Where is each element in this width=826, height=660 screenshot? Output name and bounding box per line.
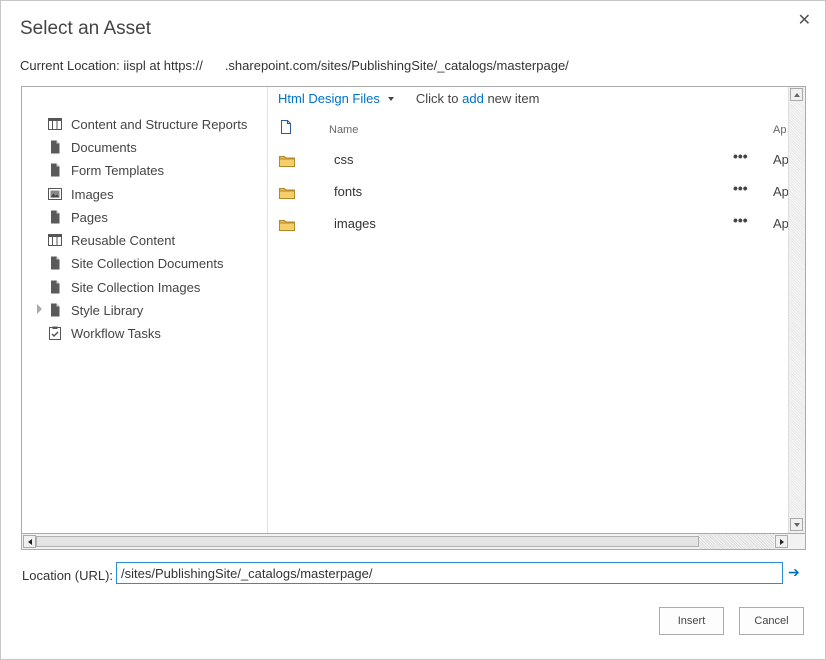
tree-item-form-templates[interactable]: Form Templates [48, 160, 164, 180]
tree-item-label: Content and Structure Reports [71, 116, 248, 132]
insert-button[interactable]: Insert [659, 607, 724, 635]
tree-item-label: Pages [71, 209, 108, 225]
tree-item-label: Site Collection Images [71, 279, 201, 295]
tree-item-label: Workflow Tasks [71, 325, 161, 341]
document-icon [48, 163, 62, 177]
document-icon [48, 303, 62, 317]
expand-arrow-icon[interactable] [37, 304, 42, 314]
scroll-right-button[interactable] [775, 535, 788, 548]
scroll-right-icon [780, 539, 784, 545]
add-link[interactable]: add [462, 91, 484, 106]
tree-item-site-collection-images[interactable]: Site Collection Images [48, 277, 200, 297]
document-icon [48, 140, 62, 154]
image-library-icon [48, 187, 62, 201]
document-icon [48, 256, 62, 270]
file-name[interactable]: css [334, 152, 354, 167]
tree-item-content-structure-reports[interactable]: Content and Structure Reports [48, 114, 247, 134]
document-icon [48, 280, 62, 294]
dialog-title: Select an Asset [20, 18, 151, 39]
app-cell: Ap [773, 184, 789, 199]
cta-prefix: Click to [415, 91, 459, 106]
more-options-icon[interactable]: ••• [733, 148, 748, 164]
folder-icon [279, 218, 295, 236]
tree-item-reusable-content[interactable]: Reusable Content [48, 230, 175, 250]
tree-item-pages[interactable]: Pages [48, 207, 108, 227]
horizontal-scroll-thumb[interactable] [36, 536, 699, 547]
tree-item-workflow-tasks[interactable]: Workflow Tasks [48, 323, 161, 343]
more-options-icon[interactable]: ••• [733, 180, 748, 196]
current-location-path: .sharepoint.com/sites/PublishingSite/_ca… [224, 58, 569, 73]
close-icon[interactable]: ✕ [798, 13, 811, 29]
scroll-left-button[interactable] [23, 535, 36, 548]
go-arrow-icon[interactable]: ➔ [788, 564, 800, 581]
tree-item-documents[interactable]: Documents [48, 137, 137, 157]
scroll-down-icon [794, 523, 800, 527]
location-url-label: Location (URL): [22, 568, 114, 583]
file-name[interactable]: images [334, 216, 376, 231]
horizontal-scroll-track[interactable] [699, 534, 774, 549]
asset-browser-frame: Content and Structure Reports Documents … [21, 86, 806, 550]
task-icon [48, 326, 62, 340]
scroll-up-button[interactable] [790, 88, 803, 101]
scroll-up-icon [794, 93, 800, 97]
column-header-name[interactable]: Name [329, 124, 358, 136]
column-header-app[interactable]: Ap [773, 124, 786, 136]
list-row-css[interactable]: css ••• Ap [268, 144, 789, 176]
tree-item-label: Documents [71, 139, 137, 155]
horizontal-scrollbar[interactable] [22, 533, 805, 549]
more-options-icon[interactable]: ••• [733, 212, 748, 228]
file-list: Html Design Files Click to add new item N… [268, 87, 789, 533]
scroll-left-icon [28, 539, 32, 545]
app-cell: Ap [773, 216, 789, 231]
tree-item-label: Site Collection Documents [71, 255, 224, 271]
tree-item-label: Reusable Content [71, 232, 176, 248]
view-selector[interactable]: Html Design Files [278, 91, 380, 106]
folder-icon [279, 154, 295, 172]
folder-icon [279, 186, 295, 204]
list-icon [48, 117, 62, 131]
document-icon [48, 210, 62, 224]
scroll-down-button[interactable] [790, 518, 803, 531]
cta-suffix: new item [487, 91, 540, 106]
file-name[interactable]: fonts [334, 184, 362, 199]
tree-item-site-collection-documents[interactable]: Site Collection Documents [48, 253, 223, 273]
tree-item-label: Form Templates [71, 162, 164, 178]
list-row-fonts[interactable]: fonts ••• Ap [268, 176, 789, 208]
current-location-label: Current Location: iispl at https:// [20, 58, 203, 73]
tree-item-style-library[interactable]: Style Library [37, 300, 144, 320]
list-row-images[interactable]: images ••• Ap [268, 208, 789, 240]
app-cell: Ap [773, 152, 789, 167]
list-icon [48, 233, 62, 247]
view-bar: Html Design Files Click to add new item [278, 91, 539, 106]
select-asset-dialog: Select an Asset ✕ Current Location: iisp… [0, 0, 826, 660]
file-type-header-icon[interactable] [280, 120, 292, 139]
cancel-button[interactable]: Cancel [739, 607, 804, 635]
tree-item-label: Images [71, 186, 114, 202]
library-tree: Content and Structure Reports Documents … [22, 87, 268, 533]
tree-item-images[interactable]: Images [48, 184, 114, 204]
current-location: Current Location: iispl at https:// .shar… [20, 58, 569, 73]
location-url-input[interactable] [116, 562, 783, 584]
view-dropdown-icon[interactable] [387, 96, 394, 101]
tree-item-label: Style Library [71, 302, 144, 318]
vertical-scrollbar[interactable] [788, 87, 805, 533]
add-new-item-cta: Click to add new item [416, 91, 540, 106]
